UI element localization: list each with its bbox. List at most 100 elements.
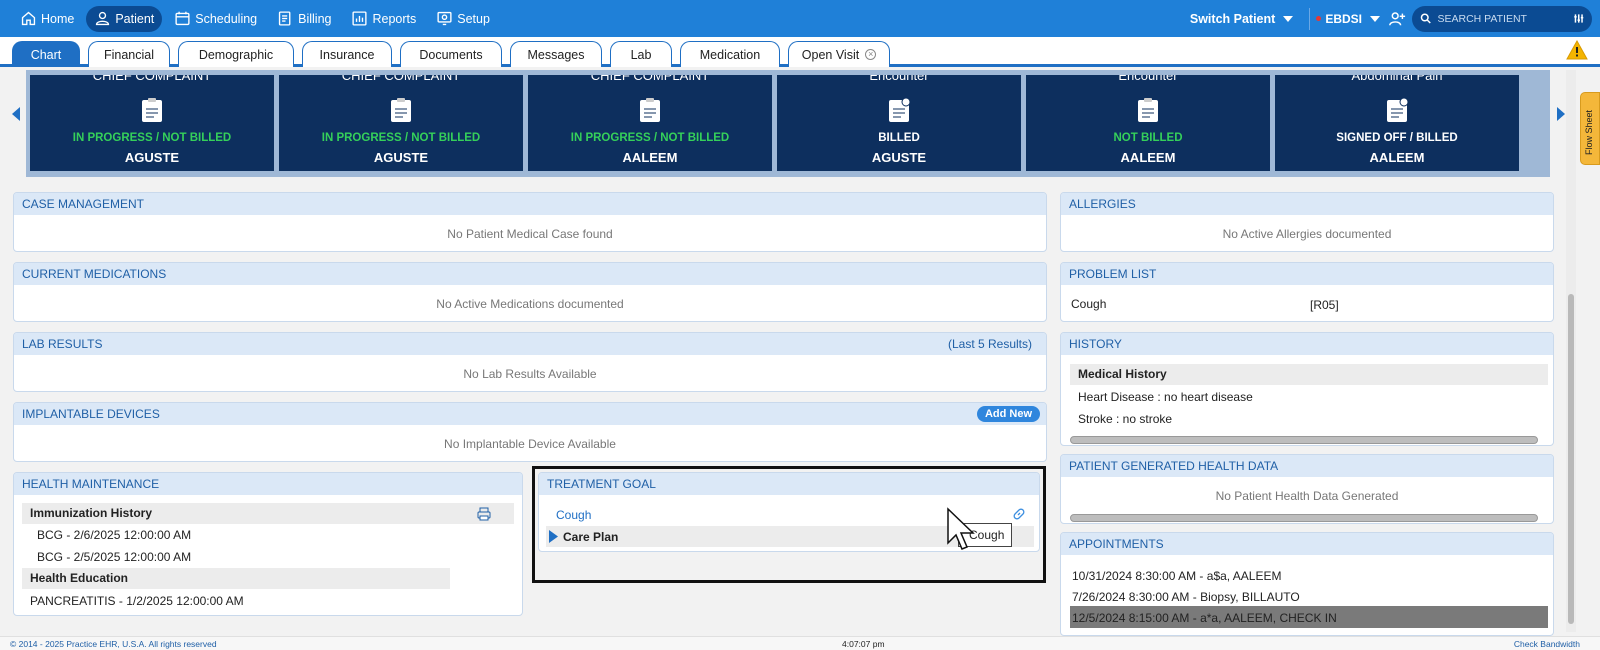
tab-open-visit-label: Open Visit <box>801 47 860 62</box>
print-icon[interactable] <box>477 507 491 521</box>
medical-history-heading-label: Medical History <box>1078 367 1167 381</box>
user-icon <box>96 11 110 26</box>
mouse-cursor-icon <box>947 507 975 550</box>
flow-sheet-tab[interactable]: Flow Sheet <box>1580 92 1600 165</box>
panel-title: HISTORY <box>1061 333 1553 355</box>
tab-lab-label: Lab <box>630 47 652 62</box>
empty-message: No Patient Health Data Generated <box>1215 489 1399 503</box>
encounter-card[interactable]: Encounter BILLED AGUSTE <box>777 75 1021 171</box>
nav-reports[interactable]: Reports <box>343 6 424 32</box>
nav-scheduling[interactable]: Scheduling <box>166 6 265 32</box>
org-dropdown[interactable]: EBDSI <box>1316 12 1380 26</box>
search-icon <box>1420 13 1431 24</box>
encounter-status: NOT BILLED <box>1113 132 1183 144</box>
nav-setup[interactable]: Setup <box>428 6 498 32</box>
treatment-goal-link[interactable]: Cough <box>556 508 591 522</box>
tab-insurance[interactable]: Insurance <box>302 41 392 67</box>
panel-header: LAB RESULTS (Last 5 Results) <box>14 333 1046 355</box>
scrollbar-thumb[interactable] <box>1568 294 1574 624</box>
warning-icon[interactable] <box>1566 40 1588 60</box>
footer: © 2014 - 2025 Practice EHR, U.S.A. All r… <box>0 636 1600 650</box>
calendar-icon <box>175 11 190 26</box>
history-item: Heart Disease : no heart disease <box>1078 390 1253 404</box>
scroll-left-arrow-icon[interactable] <box>12 107 20 121</box>
tab-financial[interactable]: Financial <box>88 41 170 67</box>
encounter-card[interactable]: CHIEF COMPLAINT IN PROGRESS / NOT BILLED… <box>279 75 523 171</box>
nav-patient[interactable]: Patient <box>86 5 163 32</box>
encounter-title: CHIEF COMPLAINT <box>590 75 710 83</box>
appointment-item[interactable]: 10/31/2024 8:30:00 AM - a$a, AALEEM <box>1072 569 1281 583</box>
tab-medication[interactable]: Medication <box>680 41 780 67</box>
panel-title: TREATMENT GOAL <box>539 473 1039 495</box>
panel-title: PATIENT GENERATED HEALTH DATA <box>1061 455 1553 477</box>
lab-results-panel: LAB RESULTS (Last 5 Results) No Lab Resu… <box>13 332 1047 392</box>
home-icon <box>21 11 36 26</box>
check-bandwidth-link[interactable]: Check Bandwidth <box>1514 639 1580 649</box>
encounter-provider: AGUSTE <box>373 150 429 165</box>
top-nav: Home Patient Scheduling Billing Reports … <box>0 0 1600 37</box>
problem-item[interactable]: Cough <box>1071 297 1106 311</box>
encounter-card[interactable]: CHIEF COMPLAINT IN PROGRESS / NOT BILLED… <box>30 75 274 171</box>
allergies-panel: ALLERGIES No Active Allergies documented <box>1060 192 1554 252</box>
history-panel: HISTORY <box>1060 332 1554 446</box>
care-plan-label: Care Plan <box>563 530 619 544</box>
encounter-card[interactable]: Encounter NOT BILLED AALEEM <box>1026 75 1270 171</box>
empty-message: No Lab Results Available <box>463 367 597 381</box>
scroll-right-arrow-icon[interactable] <box>1557 107 1565 121</box>
filter-sliders-icon[interactable] <box>1573 12 1585 25</box>
search-patient-input[interactable] <box>1437 12 1573 25</box>
clipboard-icon <box>391 98 411 122</box>
immunization-history-heading: Immunization History <box>22 503 514 524</box>
tab-demographic[interactable]: Demographic <box>178 41 294 67</box>
close-icon[interactable]: × <box>865 49 877 60</box>
encounter-card[interactable]: Abdominal Pain SIGNED OFF / BILLED AALEE… <box>1275 75 1519 171</box>
status-dot-icon <box>1316 16 1322 21</box>
tab-documents[interactable]: Documents <box>400 41 502 67</box>
encounter-status: IN PROGRESS / NOT BILLED <box>72 132 232 144</box>
appointment-item[interactable]: 12/5/2024 8:15:00 AM - a*a, AALEEM, CHEC… <box>1072 611 1337 625</box>
horizontal-scrollbar[interactable] <box>1070 436 1538 444</box>
tab-open-visit[interactable]: Open Visit × <box>788 41 890 67</box>
encounter-status: BILLED <box>878 132 920 144</box>
encounter-title: CHIEF COMPLAINT <box>92 75 212 83</box>
search-patient-box <box>1412 5 1592 32</box>
billing-icon <box>278 11 291 26</box>
panel-title: CURRENT MEDICATIONS <box>14 263 1046 285</box>
health-education-heading-label: Health Education <box>30 571 129 585</box>
link-icon[interactable] <box>1012 507 1026 521</box>
problem-list-panel: PROBLEM LIST <box>1060 262 1554 322</box>
current-medications-panel: CURRENT MEDICATIONS No Active Medication… <box>13 262 1047 322</box>
clipboard-icon <box>142 98 162 122</box>
panel-title: IMPLANTABLE DEVICES <box>22 407 160 421</box>
panel-title: HEALTH MAINTENANCE <box>14 473 522 495</box>
nav-billing[interactable]: Billing <box>269 6 339 32</box>
switch-patient-dropdown[interactable]: Switch Patient <box>1189 11 1294 26</box>
panel-title: APPOINTMENTS <box>1061 533 1553 555</box>
last-results-link[interactable]: (Last 5 Results) <box>948 333 1032 355</box>
tab-chart[interactable]: Chart <box>12 41 80 67</box>
add-user-icon[interactable] <box>1388 10 1406 28</box>
encounter-card[interactable]: CHIEF COMPLAINT IN PROGRESS / NOT BILLED… <box>528 75 772 171</box>
horizontal-scrollbar[interactable] <box>1070 514 1538 522</box>
empty-message: No Active Medications documented <box>436 297 624 311</box>
encounter-strip: CHIEF COMPLAINT IN PROGRESS / NOT BILLED… <box>26 70 1550 177</box>
education-item: PANCREATITIS - 1/2/2025 12:00:00 AM <box>30 594 244 608</box>
panel-title: ALLERGIES <box>1061 193 1553 215</box>
history-item: Stroke : no stroke <box>1078 412 1173 426</box>
clipboard-icon <box>640 98 660 122</box>
tab-messages[interactable]: Messages <box>510 41 602 67</box>
nav-home[interactable]: Home <box>12 6 82 32</box>
tab-lab[interactable]: Lab <box>610 41 672 67</box>
appointment-item[interactable]: 7/26/2024 8:30:00 AM - Biopsy, BILLAUTO <box>1072 590 1300 604</box>
encounter-status: IN PROGRESS / NOT BILLED <box>570 132 730 144</box>
page-scrollbar[interactable] <box>1566 70 1576 632</box>
document-check-icon <box>889 97 911 122</box>
setup-icon <box>437 11 452 26</box>
encounter-provider: AGUSTE <box>124 150 180 165</box>
empty-message: No Active Allergies documented <box>1222 227 1392 241</box>
expand-arrow-icon[interactable] <box>549 530 558 543</box>
encounter-title: Abdominal Pain <box>1351 75 1443 83</box>
switch-patient-label: Switch Patient <box>1189 11 1276 26</box>
document-check-icon <box>1387 97 1409 122</box>
add-new-button[interactable]: Add New <box>976 406 1040 422</box>
